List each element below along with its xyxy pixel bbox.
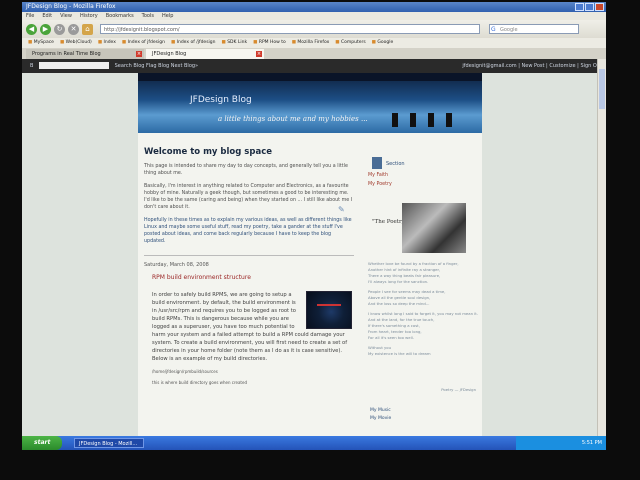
- poem-line: And at the land, for the true touch,: [368, 317, 435, 322]
- tab-programs-blog[interactable]: Programs in Real Time Blog ×: [26, 49, 144, 59]
- blogger-nav-links[interactable]: Search Blog Flag Blog Next Blog»: [115, 63, 199, 69]
- system-tray: 5:51 PM: [516, 436, 606, 450]
- blog-title[interactable]: JFDesign Blog: [190, 95, 252, 105]
- blog-search-input[interactable]: [39, 62, 110, 69]
- header-stripe: [138, 73, 482, 81]
- sidebar-section-title: Section: [372, 157, 480, 169]
- menu-bar: File Edit View History Bookmarks Tools H…: [22, 12, 606, 20]
- sidebar: Section My Faith My Poetry "The Poetry" …: [366, 139, 480, 421]
- poem-line: Without you: [368, 345, 392, 350]
- couple-photo: [402, 203, 466, 253]
- menu-file[interactable]: File: [26, 12, 34, 20]
- welcome-paragraph: Basically, I'm interest in anything rela…: [144, 184, 353, 210]
- bookmark-item[interactable]: Index: [98, 38, 116, 48]
- poem-line: Whether love be found by a fraction of a…: [368, 261, 459, 266]
- poem-line: There a way thing beats fair pleasure,: [368, 273, 441, 278]
- bookmark-item[interactable]: Web(Cloud): [60, 38, 92, 48]
- maximize-button[interactable]: [585, 3, 594, 11]
- menu-bookmarks[interactable]: Bookmarks: [106, 12, 134, 20]
- post-path: /home/jfdesign/rpmbuild/sources: [152, 369, 218, 374]
- home-icon[interactable]: ⌂: [82, 23, 93, 35]
- window-title: JFDesign Blog - Mozilla Firefox: [26, 3, 116, 10]
- sidebar-link-faith[interactable]: My Faith: [368, 171, 480, 180]
- search-input[interactable]: G Google: [489, 24, 579, 34]
- blog-tagline: a little things about me and my hobbies …: [218, 115, 368, 123]
- tab-jfdesign-blog[interactable]: JFDesign Blog ×: [146, 49, 264, 59]
- reload-icon[interactable]: ↻: [54, 23, 65, 35]
- taskbar-firefox-item[interactable]: JFDesign Blog - Mozill...: [74, 438, 144, 448]
- menu-edit[interactable]: Edit: [42, 12, 52, 20]
- poem-line: From heart, tender too long,: [368, 329, 422, 334]
- minimize-button[interactable]: [575, 3, 584, 11]
- blog-header: JFDesign Blog a little things about me a…: [138, 73, 482, 133]
- sidebar-link-music[interactable]: My Music: [370, 407, 391, 415]
- sidebar-link-movie[interactable]: My Movie: [370, 415, 391, 423]
- window-controls: [575, 3, 604, 11]
- main-column: Welcome to my blog space This page is in…: [144, 139, 354, 385]
- poem-line: Another hint of infinite ray a stranger,: [368, 267, 441, 272]
- start-button[interactable]: start: [22, 436, 62, 450]
- page-scrollbar[interactable]: [597, 59, 606, 436]
- post-date: Saturday, March 08, 2008: [144, 255, 354, 268]
- post-thumbnail-image: [306, 291, 352, 329]
- edit-wrench-icon[interactable]: ✎: [338, 205, 345, 214]
- tab-label: Programs in Real Time Blog: [32, 51, 101, 57]
- bookmark-item[interactable]: Mozilla Firefox: [292, 38, 329, 48]
- bookmark-item[interactable]: Computers: [335, 38, 366, 48]
- clock: 5:51 PM: [581, 440, 602, 446]
- post-title[interactable]: RPM build environment structure: [152, 274, 354, 281]
- menu-history[interactable]: History: [80, 12, 98, 20]
- navigation-toolbar: ◀ ▶ ↻ ✕ ⌂ http://jfdesignit.blogspot.com…: [22, 20, 606, 38]
- menu-tools[interactable]: Tools: [142, 12, 154, 20]
- menu-view[interactable]: View: [60, 12, 72, 20]
- google-icon: G: [491, 26, 496, 33]
- menu-help[interactable]: Help: [162, 12, 173, 20]
- poem-line: Above all the gentle soul design,: [368, 295, 431, 300]
- stop-icon[interactable]: ✕: [68, 23, 79, 35]
- bookmark-item[interactable]: Index of jfdesign: [122, 38, 165, 48]
- poem-signature: Poetry — JFDesign: [441, 387, 476, 392]
- close-tab-icon[interactable]: ×: [256, 51, 262, 57]
- scrollbar-thumb[interactable]: [599, 69, 605, 109]
- post-note: this is where build directory goes when …: [152, 380, 247, 385]
- blog-container: JFDesign Blog a little things about me a…: [138, 73, 482, 436]
- blogger-logo-icon[interactable]: B: [30, 63, 33, 69]
- tab-strip: Programs in Real Time Blog × JFDesign Bl…: [22, 48, 606, 59]
- poem-line: People I see for seems may dead a time,: [368, 289, 446, 294]
- monitor-screen: JFDesign Blog - Mozilla Firefox File Edi…: [22, 2, 606, 450]
- poem-line: I'll always long for the sanction.: [368, 279, 429, 284]
- welcome-paragraph: Hopefully in these times as to explain m…: [144, 218, 352, 244]
- close-button[interactable]: [595, 3, 604, 11]
- post-body: In order to safely build RPMS, we are go…: [152, 291, 352, 363]
- window-titlebar: JFDesign Blog - Mozilla Firefox: [22, 2, 606, 12]
- poem-line: If there's something a cost,: [368, 323, 420, 328]
- windows-taskbar: start JFDesign Blog - Mozill... 5:51 PM: [22, 436, 606, 450]
- close-tab-icon[interactable]: ×: [136, 51, 142, 57]
- back-arrow-icon[interactable]: ◀: [26, 23, 37, 35]
- poem-line: And the loss so deep the mind...: [368, 301, 430, 306]
- poem-line: My existence is the will to dream: [368, 351, 431, 356]
- bookmark-item[interactable]: Index of /jfdesign: [171, 38, 216, 48]
- welcome-paragraph: This page is intended to share my day to…: [144, 164, 348, 176]
- poem-line: I know whilst long I said to forget it, …: [368, 311, 478, 316]
- forward-arrow-icon[interactable]: ▶: [40, 23, 51, 35]
- blogger-navbar: B Search Blog Flag Blog Next Blog» jfdes…: [22, 59, 606, 73]
- sidebar-bottom-links: My Music My Movie: [368, 407, 391, 423]
- sidebar-link-poetry[interactable]: My Poetry: [368, 180, 480, 189]
- pier-posts-image: [392, 113, 452, 127]
- bookmarks-toolbar: MySpace Web(Cloud) Index Index of jfdesi…: [22, 38, 606, 48]
- blogger-user-links[interactable]: jfdesignit@gmail.com | New Post | Custom…: [462, 59, 602, 73]
- bookmark-item[interactable]: Google: [372, 38, 393, 48]
- bookmark-item[interactable]: RPM How to: [253, 38, 286, 48]
- tab-label: JFDesign Blog: [152, 51, 187, 57]
- bookmark-item[interactable]: MySpace: [28, 38, 54, 48]
- poem-line: For all it's seen too well.: [368, 335, 414, 340]
- url-input[interactable]: http://jfdesignit.blogspot.com/: [100, 24, 480, 34]
- poem-text: Whether love be found by a fraction of a…: [368, 261, 478, 361]
- search-placeholder: Google: [500, 27, 518, 33]
- bookmark-item[interactable]: SDK Link: [222, 38, 247, 48]
- welcome-heading: Welcome to my blog space: [144, 147, 272, 157]
